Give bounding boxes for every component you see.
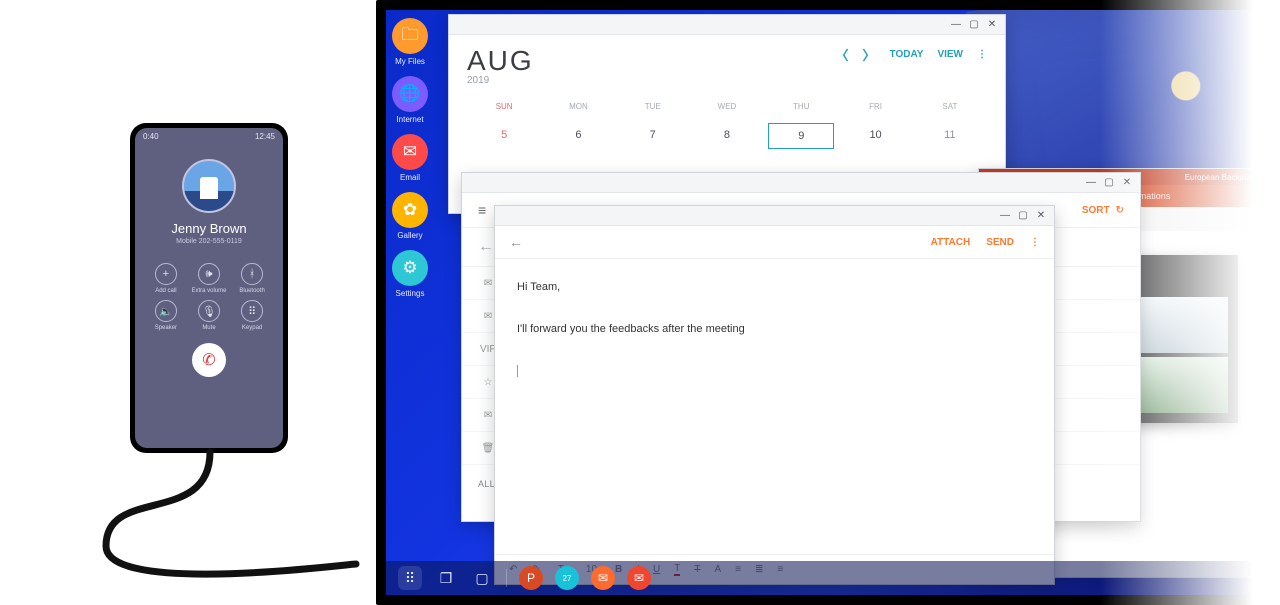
- my-files-app[interactable]: 🗀My Files: [392, 18, 428, 66]
- maximize-button[interactable]: ▢: [969, 20, 979, 30]
- end-call-button[interactable]: ✆: [192, 343, 226, 377]
- close-button[interactable]: ✕: [1036, 211, 1046, 221]
- settings-app[interactable]: ⚙Settings: [392, 250, 428, 298]
- extra-volume-button[interactable]: 🕪Extra volume: [191, 263, 226, 294]
- maximize-button[interactable]: ▢: [1104, 178, 1114, 188]
- calendar-cell[interactable]: 8: [690, 129, 764, 143]
- plus-icon: +: [155, 263, 177, 285]
- recent-apps-button[interactable]: ❐: [434, 566, 458, 590]
- app-launcher-sidebar: 🗀My Files 🌐Internet ✉Email ✿Gallery ⚙Set…: [392, 18, 428, 298]
- minimize-button[interactable]: —: [951, 20, 961, 30]
- taskbar-powerpoint-icon[interactable]: P: [519, 566, 543, 590]
- view-button[interactable]: VIEW: [937, 49, 963, 60]
- caller-name: Jenny Brown: [171, 221, 246, 236]
- back-icon[interactable]: ←: [478, 238, 494, 256]
- phone-screen: 0:40 12:45 Jenny Brown Mobile 202-555-01…: [135, 128, 283, 448]
- compose-body[interactable]: Hi Team, I'll forward you the feedbacks …: [495, 259, 1054, 399]
- attach-button[interactable]: ATTACH: [931, 237, 971, 248]
- volume-icon: 🕪: [198, 263, 220, 285]
- call-duration: 0:40: [143, 132, 159, 141]
- add-call-button[interactable]: +Add call: [148, 263, 183, 294]
- maximize-button[interactable]: ▢: [1018, 211, 1028, 221]
- email-app[interactable]: ✉Email: [392, 134, 428, 182]
- gear-icon: ⚙: [392, 250, 428, 286]
- calendar-week-row: 5 6 7 8 9 10 11: [449, 117, 1005, 143]
- envelope-icon: ✉: [392, 134, 428, 170]
- globe-icon: 🌐: [392, 76, 428, 112]
- bluetooth-icon: ᚼ: [241, 263, 263, 285]
- calendar-cell[interactable]: 7: [616, 129, 690, 143]
- phone-hangup-icon: ✆: [202, 350, 215, 370]
- compose-titlebar[interactable]: — ▢ ✕: [495, 206, 1054, 226]
- menu-icon[interactable]: ≡: [478, 202, 486, 218]
- apps-grid-button[interactable]: ⠿: [398, 566, 422, 590]
- speaker-button[interactable]: 🔈Speaker: [148, 300, 183, 331]
- gallery-app[interactable]: ✿Gallery: [392, 192, 428, 240]
- taskbar-gmail-icon[interactable]: ✉: [627, 566, 651, 590]
- compose-text: I'll forward you the feedbacks after the…: [517, 319, 1032, 340]
- task-view-button[interactable]: ▢: [470, 566, 494, 590]
- usb-cable: [98, 446, 358, 586]
- close-button[interactable]: ✕: [1122, 178, 1132, 188]
- phone-device: 0:40 12:45 Jenny Brown Mobile 202-555-01…: [130, 123, 288, 453]
- monitor: 🗀My Files 🌐Internet ✉Email ✿Gallery ⚙Set…: [376, 0, 1280, 605]
- calendar-cell[interactable]: 11: [913, 129, 987, 143]
- email-compose-window: — ▢ ✕ ← ATTACH SEND ⋮ Hi Team, I'll forw…: [494, 205, 1055, 585]
- bluetooth-button[interactable]: ᚼBluetooth: [235, 263, 270, 294]
- back-icon[interactable]: ←: [509, 234, 523, 250]
- sort-button[interactable]: SORT: [1082, 205, 1110, 216]
- flower-icon: ✿: [392, 192, 428, 228]
- taskbar-calendar-icon[interactable]: 27: [555, 566, 579, 590]
- caller-avatar: [182, 159, 236, 213]
- calendar-cell[interactable]: 5: [467, 129, 541, 143]
- phone-status-bar: 0:40 12:45: [135, 128, 283, 145]
- taskbar-email-icon[interactable]: ✉: [591, 566, 615, 590]
- internet-app[interactable]: 🌐Internet: [392, 76, 428, 124]
- phone-clock: 12:45: [255, 132, 275, 141]
- inbox-titlebar[interactable]: — ▢ ✕: [462, 173, 1140, 193]
- compose-greeting: Hi Team,: [517, 277, 1032, 298]
- keypad-button[interactable]: ⠿Keypad: [235, 300, 270, 331]
- minimize-button[interactable]: —: [1000, 211, 1010, 221]
- dex-desktop: 🗀My Files 🌐Internet ✉Email ✿Gallery ⚙Set…: [386, 10, 1270, 595]
- calendar-cell[interactable]: 6: [541, 129, 615, 143]
- refresh-icon[interactable]: ↻: [1116, 205, 1124, 216]
- call-controls: +Add call 🕪Extra volume ᚼBluetooth 🔈Spea…: [148, 263, 269, 331]
- more-icon[interactable]: ⋮: [1030, 237, 1040, 248]
- calendar-month: AUG: [467, 45, 534, 77]
- today-button[interactable]: TODAY: [890, 49, 924, 60]
- calendar-cell-selected[interactable]: 9: [768, 123, 834, 149]
- dex-taskbar: ⠿ ❐ ▢ P 27 ✉ ✉: [386, 561, 1270, 595]
- text-cursor: [517, 365, 518, 377]
- mute-icon: 🎙: [198, 300, 220, 322]
- calendar-titlebar[interactable]: — ▢ ✕: [449, 15, 1005, 35]
- ppt-doc-title: European Backpacking: [1185, 173, 1267, 182]
- slide-photo: [1130, 297, 1228, 353]
- send-button[interactable]: SEND: [986, 237, 1014, 248]
- more-icon[interactable]: ⋮: [977, 49, 987, 60]
- slide-photo: [1130, 357, 1228, 413]
- calendar-cell[interactable]: 10: [838, 129, 912, 143]
- mute-button[interactable]: 🎙Mute: [191, 300, 226, 331]
- speaker-icon: 🔈: [155, 300, 177, 322]
- prev-month-button[interactable]: 〈: [836, 45, 849, 64]
- caller-number: Mobile 202-555-0119: [176, 238, 242, 245]
- folder-icon: 🗀: [392, 18, 428, 54]
- minimize-button[interactable]: —: [1086, 178, 1096, 188]
- calendar-day-headers: SUN MON TUE WED THU FRI SAT: [449, 96, 1005, 117]
- keypad-icon: ⠿: [241, 300, 263, 322]
- next-month-button[interactable]: 〉: [863, 45, 876, 64]
- close-button[interactable]: ✕: [987, 20, 997, 30]
